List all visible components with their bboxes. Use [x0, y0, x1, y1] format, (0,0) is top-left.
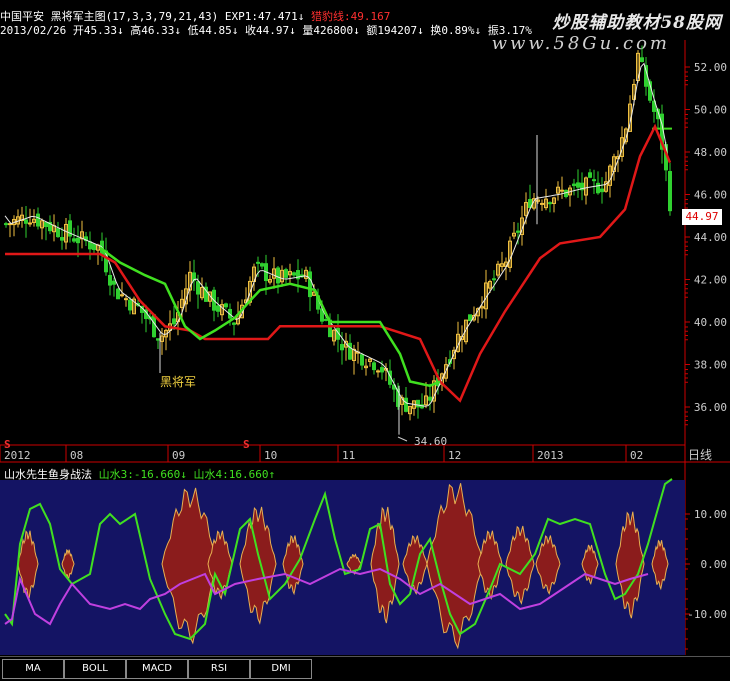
price-tick-label: 48.00 — [694, 146, 727, 159]
sell-marker: S — [243, 438, 250, 451]
current-price-box: 44.97 — [682, 209, 722, 225]
time-tick-label: 09 — [172, 449, 185, 462]
indicator-tick-label: 0.00 — [701, 558, 728, 571]
indicator-tab-bar: MA BOLL MACD RSI DMI — [0, 656, 730, 681]
time-axis: 2012 08 09 10 11 12 2013 02 日线 — [0, 445, 712, 462]
tab-macd[interactable]: MACD — [126, 659, 188, 679]
tab-rsi[interactable]: RSI — [188, 659, 250, 679]
price-tick-label: 50.00 — [694, 104, 727, 117]
tab-dmi[interactable]: DMI — [250, 659, 312, 679]
down-arrow-icon: ↓ — [180, 468, 187, 481]
time-tick-label: 08 — [70, 449, 83, 462]
price-tick-label: 52.00 — [694, 61, 727, 74]
indicator-tick-label: -10.00 — [687, 608, 727, 621]
heijiangjun-label: 黑将军 — [160, 375, 196, 389]
time-tick-label: 02 — [630, 449, 643, 462]
low-price-label: 34.60 — [414, 435, 447, 448]
ma-white-line — [4, 62, 669, 407]
indicator-tick-label: 10.00 — [694, 508, 727, 521]
candlesticks — [4, 45, 672, 435]
price-tick-label: 36.00 — [694, 401, 727, 414]
price-tick-label: 44.00 — [694, 231, 727, 244]
up-arrow-icon: ↑ — [268, 468, 276, 481]
price-tick-label: 40.00 — [694, 316, 727, 329]
time-tick-label: 10 — [264, 449, 277, 462]
sell-marker: S — [4, 438, 11, 451]
time-tick-label: 12 — [448, 449, 461, 462]
indicator-title: 山水先生鱼身战法 — [4, 468, 92, 481]
price-tick-label: 42.00 — [694, 274, 727, 287]
price-chart[interactable]: 52.00 50.00 48.00 46.00 44.00 42.00 40.00 38.00… — [0, 0, 730, 680]
price-axis: 52.00 50.00 48.00 46.00 44.00 42.00 40.00 38.00… — [685, 61, 727, 426]
tab-ma[interactable]: MA — [2, 659, 64, 679]
time-tick-label: 2013 — [537, 449, 564, 462]
tab-boll[interactable]: BOLL — [64, 659, 126, 679]
price-tick-label: 46.00 — [694, 189, 727, 202]
price-tick-label: 38.00 — [694, 359, 727, 372]
indicator-axis: 10.00 0.00 -10.00 — [685, 508, 728, 660]
indicator-header: 山水先生鱼身战法 山水3:-16.660↓ 山水4:16.660↑ — [4, 466, 275, 482]
shanshui4-value: 山水4:16.660 — [193, 468, 269, 481]
period-label: 日线 — [688, 448, 712, 462]
shanshui3-value: 山水3:-16.660 — [98, 468, 181, 481]
time-tick-label: 11 — [342, 449, 355, 462]
